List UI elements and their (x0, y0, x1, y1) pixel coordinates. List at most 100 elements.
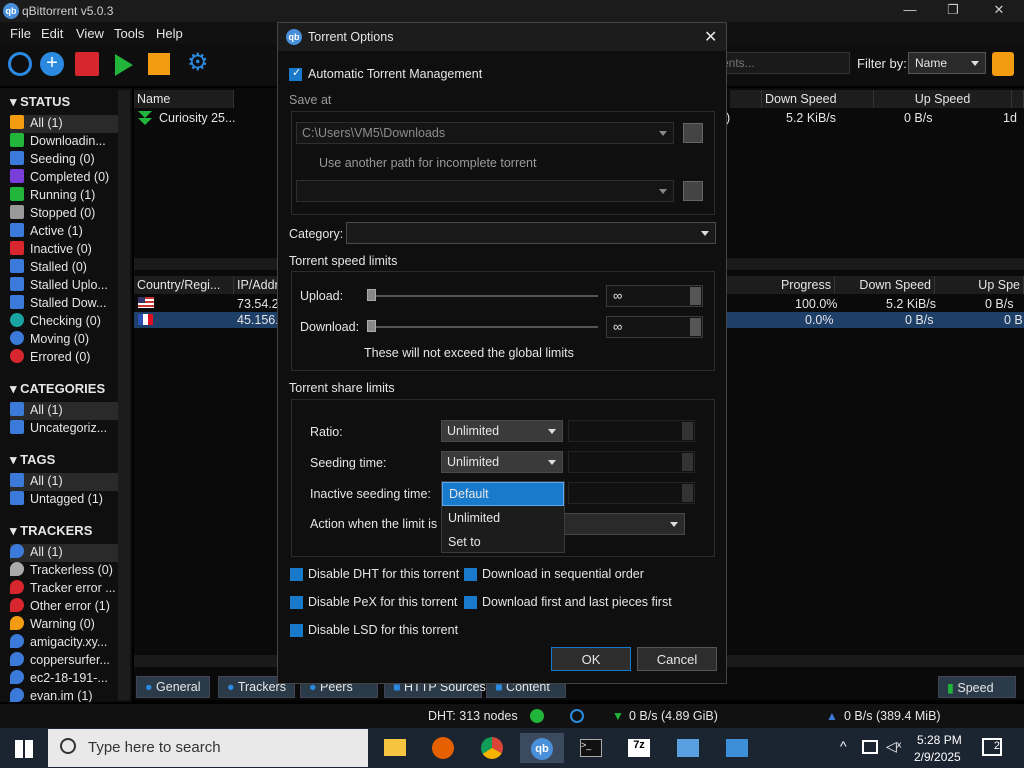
network-app-icon[interactable] (671, 733, 705, 763)
browse-folder-icon[interactable] (683, 181, 703, 201)
column-up-speed[interactable]: Up Speed (874, 90, 1012, 108)
spin-arrows-icon[interactable] (682, 484, 693, 502)
tracker-amigacity[interactable]: amigacity.xy... (10, 634, 118, 652)
status-moving[interactable]: Moving (0) (10, 331, 118, 349)
menu-view[interactable]: View (76, 26, 104, 41)
close-window-icon[interactable]: ✕ (984, 2, 1014, 20)
status-stopped[interactable]: Stopped (0) (10, 205, 118, 223)
clock-time[interactable]: 5:28 PM (917, 733, 962, 747)
ratio-select[interactable]: Unlimited (441, 420, 563, 442)
category-select[interactable] (346, 222, 716, 244)
category-all[interactable]: All (1) (10, 402, 118, 420)
spin-arrows-icon[interactable] (690, 287, 701, 305)
tracker-warning[interactable]: Warning (0) (10, 616, 118, 634)
column-partial[interactable] (730, 90, 762, 108)
upload-slider-handle[interactable] (367, 289, 376, 301)
speed-limit-icon[interactable] (570, 709, 584, 723)
browse-folder-icon[interactable] (683, 123, 703, 143)
status-checking[interactable]: Checking (0) (10, 313, 118, 331)
chevron-up-icon[interactable]: ^ (840, 738, 847, 754)
qbittorrent-taskbar-icon[interactable]: qb (520, 733, 564, 763)
column-progress[interactable]: Progress (727, 276, 835, 294)
firefox-icon[interactable] (426, 733, 460, 763)
tracker-evan[interactable]: evan.im (1) (10, 688, 118, 702)
incomplete-path-option[interactable]: Use another path for incomplete torrent (319, 156, 536, 170)
column-name[interactable]: Name (134, 90, 234, 108)
column-down-speed[interactable]: Down Speed (762, 90, 874, 108)
delete-icon[interactable] (75, 52, 99, 76)
categories-header[interactable]: ▾ CATEGORIES (10, 381, 105, 397)
remote-desktop-icon[interactable] (720, 733, 754, 763)
sequential-download-checkbox[interactable] (464, 568, 477, 581)
minimize-icon[interactable]: — (895, 2, 925, 20)
seeding-time-select[interactable]: Unlimited (441, 451, 563, 473)
clock-date[interactable]: 2/9/2025 (914, 750, 961, 764)
download-slider-handle[interactable] (367, 320, 376, 332)
ratio-value-input[interactable] (568, 420, 695, 442)
status-seeding[interactable]: Seeding (0) (10, 151, 118, 169)
save-path-input[interactable]: C:\Users\VM5\Downloads (296, 122, 674, 144)
chrome-icon[interactable] (475, 733, 509, 763)
maximize-icon[interactable]: ❐ (938, 2, 968, 20)
lock-icon[interactable] (992, 52, 1014, 76)
7zip-icon[interactable]: 7z (622, 733, 656, 763)
first-last-pieces-checkbox[interactable] (464, 596, 477, 609)
column-eta[interactable] (1012, 90, 1024, 108)
column-country[interactable]: Country/Regi... (134, 276, 234, 294)
status-header[interactable]: ▾ STATUS (10, 94, 70, 110)
tags-header[interactable]: ▾ TAGS (10, 452, 55, 468)
close-icon[interactable]: ✕ (704, 27, 717, 47)
filter-select[interactable]: Name (908, 52, 986, 74)
upload-slider[interactable] (368, 295, 598, 297)
torrent-name[interactable]: Curiosity 25... (159, 111, 235, 125)
tracker-coppersurfer[interactable]: coppersurfer... (10, 652, 118, 670)
status-stalled[interactable]: Stalled (0) (10, 259, 118, 277)
status-downloading[interactable]: Downloadin... (10, 133, 118, 151)
dropdown-option-set-to[interactable]: Set to (448, 535, 481, 549)
trackers-header[interactable]: ▾ TRACKERS (10, 523, 92, 539)
status-all[interactable]: All (1) (10, 115, 118, 133)
menu-edit[interactable]: Edit (41, 26, 63, 41)
tag-untagged[interactable]: Untagged (1) (10, 491, 118, 509)
menu-help[interactable]: Help (156, 26, 183, 41)
menu-tools[interactable]: Tools (114, 26, 144, 41)
tracker-other-error[interactable]: Other error (1) (10, 598, 118, 616)
notification-icon[interactable]: 2 (982, 738, 1002, 756)
status-running[interactable]: Running (1) (10, 187, 118, 205)
action-limit-select[interactable] (564, 513, 685, 535)
tab-general[interactable]: ● General (136, 676, 210, 698)
download-slider[interactable] (368, 326, 598, 328)
ok-button[interactable]: OK (551, 647, 631, 671)
tracker-error[interactable]: Tracker error ... (10, 580, 118, 598)
status-active[interactable]: Active (1) (10, 223, 118, 241)
incomplete-path-input[interactable] (296, 180, 674, 202)
stop-icon[interactable] (148, 53, 170, 75)
search-input[interactable]: ents... (715, 52, 850, 74)
tracker-all[interactable]: All (1) (10, 544, 118, 562)
terminal-icon[interactable]: >_ (574, 733, 608, 763)
column-ip[interactable]: IP/Addr (234, 276, 278, 294)
status-stalled-uploading[interactable]: Stalled Uplo... (10, 277, 118, 295)
connection-status-icon[interactable] (530, 709, 544, 723)
tab-speed[interactable]: ▮ Speed (938, 676, 1016, 698)
cancel-button[interactable]: Cancel (637, 647, 717, 671)
disable-lsd-checkbox[interactable] (290, 624, 303, 637)
tracker-ec2[interactable]: ec2-18-191-... (10, 670, 118, 688)
menu-file[interactable]: File (10, 26, 31, 41)
taskbar-search-input[interactable]: Type here to search (48, 729, 368, 767)
disable-dht-checkbox[interactable] (290, 568, 303, 581)
file-explorer-icon[interactable] (378, 733, 412, 763)
status-stalled-downloading[interactable]: Stalled Dow... (10, 295, 118, 313)
volume-muted-icon[interactable]: ◁ˣ (886, 738, 901, 755)
column-peer-up[interactable]: Up Spe (935, 276, 1024, 294)
tag-all[interactable]: All (1) (10, 473, 118, 491)
auto-management-checkbox[interactable]: ✓ (289, 67, 302, 81)
status-completed[interactable]: Completed (0) (10, 169, 118, 187)
status-errored[interactable]: Errored (0) (10, 349, 118, 367)
column-peer-down[interactable]: Down Speed (835, 276, 935, 294)
add-link-icon[interactable] (8, 52, 32, 76)
windows-start-icon[interactable] (15, 740, 33, 758)
dropdown-option-default[interactable]: Default (442, 482, 564, 506)
network-icon[interactable] (862, 740, 878, 754)
add-torrent-icon[interactable]: + (40, 52, 64, 76)
